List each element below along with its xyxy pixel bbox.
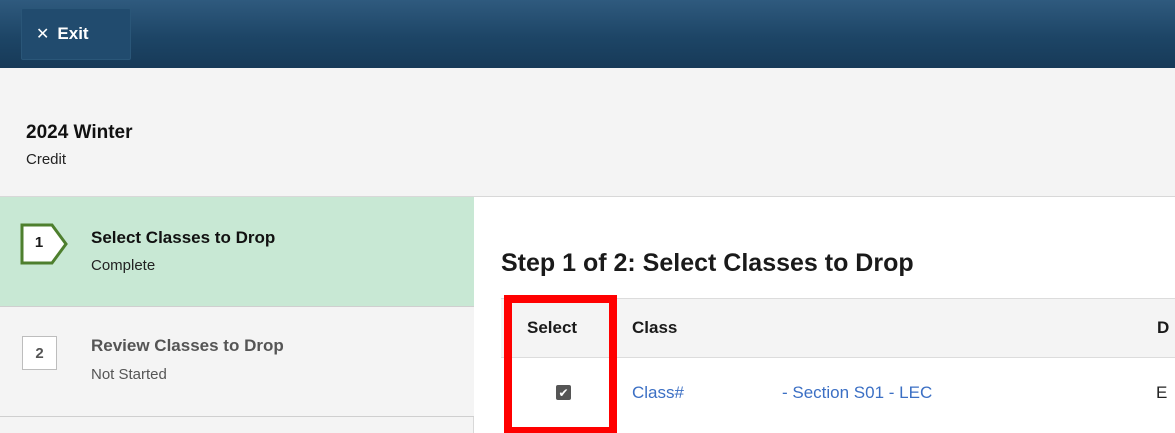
term-career: Credit	[26, 151, 67, 168]
class-section-link[interactable]: - Section S01 - LEC	[782, 383, 932, 403]
column-divider	[615, 299, 616, 359]
page-title: Step 1 of 2: Select Classes to Drop	[501, 249, 914, 277]
term-header: 2024 Winter Credit	[0, 68, 1175, 197]
step-title: Select Classes to Drop	[91, 228, 276, 247]
term-title: 2024 Winter	[26, 122, 133, 143]
exit-label: Exit	[57, 24, 89, 43]
step-item-select-classes[interactable]: 1 Select Classes to Drop Complete	[0, 197, 474, 307]
step-title: Review Classes to Drop	[91, 336, 284, 355]
checkmark-icon: ✔	[558, 385, 569, 400]
step-item-review-classes[interactable]: 2 Review Classes to Drop Not Started	[0, 307, 474, 417]
step-number: 1	[34, 233, 44, 251]
classes-grid-header: Select Class D	[501, 298, 1175, 359]
column-header-class: Class	[632, 318, 678, 337]
row-description: E	[1156, 383, 1168, 402]
class-number-link[interactable]: Class#	[632, 383, 684, 403]
column-header-select: Select	[527, 318, 578, 337]
table-row: ✔ Class# - Section S01 - LEC E	[501, 358, 1175, 433]
step-status: Not Started	[91, 366, 167, 383]
close-icon: ✕	[36, 26, 50, 43]
top-banner: ✕ Exit	[0, 0, 1175, 68]
step-navigation: 1 Select Classes to Drop Complete 2 Revi…	[0, 197, 474, 433]
select-checkbox[interactable]: ✔	[556, 385, 571, 400]
step-status: Complete	[91, 257, 156, 274]
column-header-description: D	[1157, 318, 1170, 337]
step-number: 2	[22, 336, 57, 370]
exit-button[interactable]: ✕ Exit	[21, 8, 131, 60]
